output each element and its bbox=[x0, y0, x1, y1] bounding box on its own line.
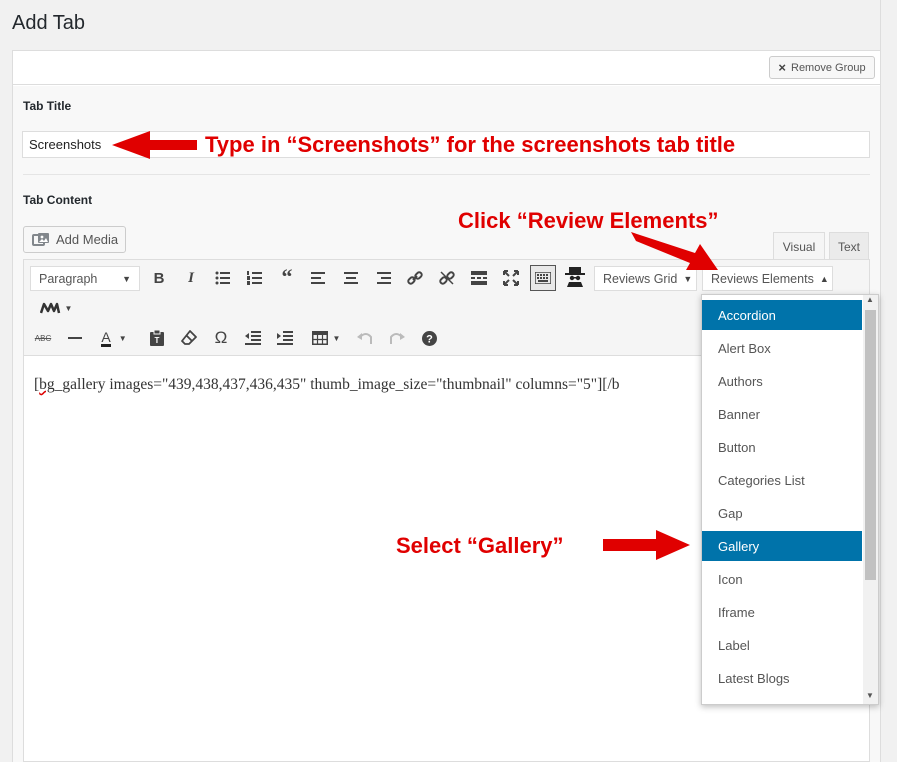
annotation-type-in: Type in “Screenshots” for the screenshot… bbox=[205, 132, 736, 157]
annotation-click: Click “Review Elements” bbox=[458, 208, 719, 233]
annotation-select: Select “Gallery” bbox=[396, 533, 564, 558]
arrow-down-right-icon bbox=[631, 232, 718, 270]
arrow-left-icon bbox=[112, 131, 197, 159]
annotation-arrows bbox=[112, 131, 718, 560]
arrow-right-icon bbox=[603, 530, 690, 560]
